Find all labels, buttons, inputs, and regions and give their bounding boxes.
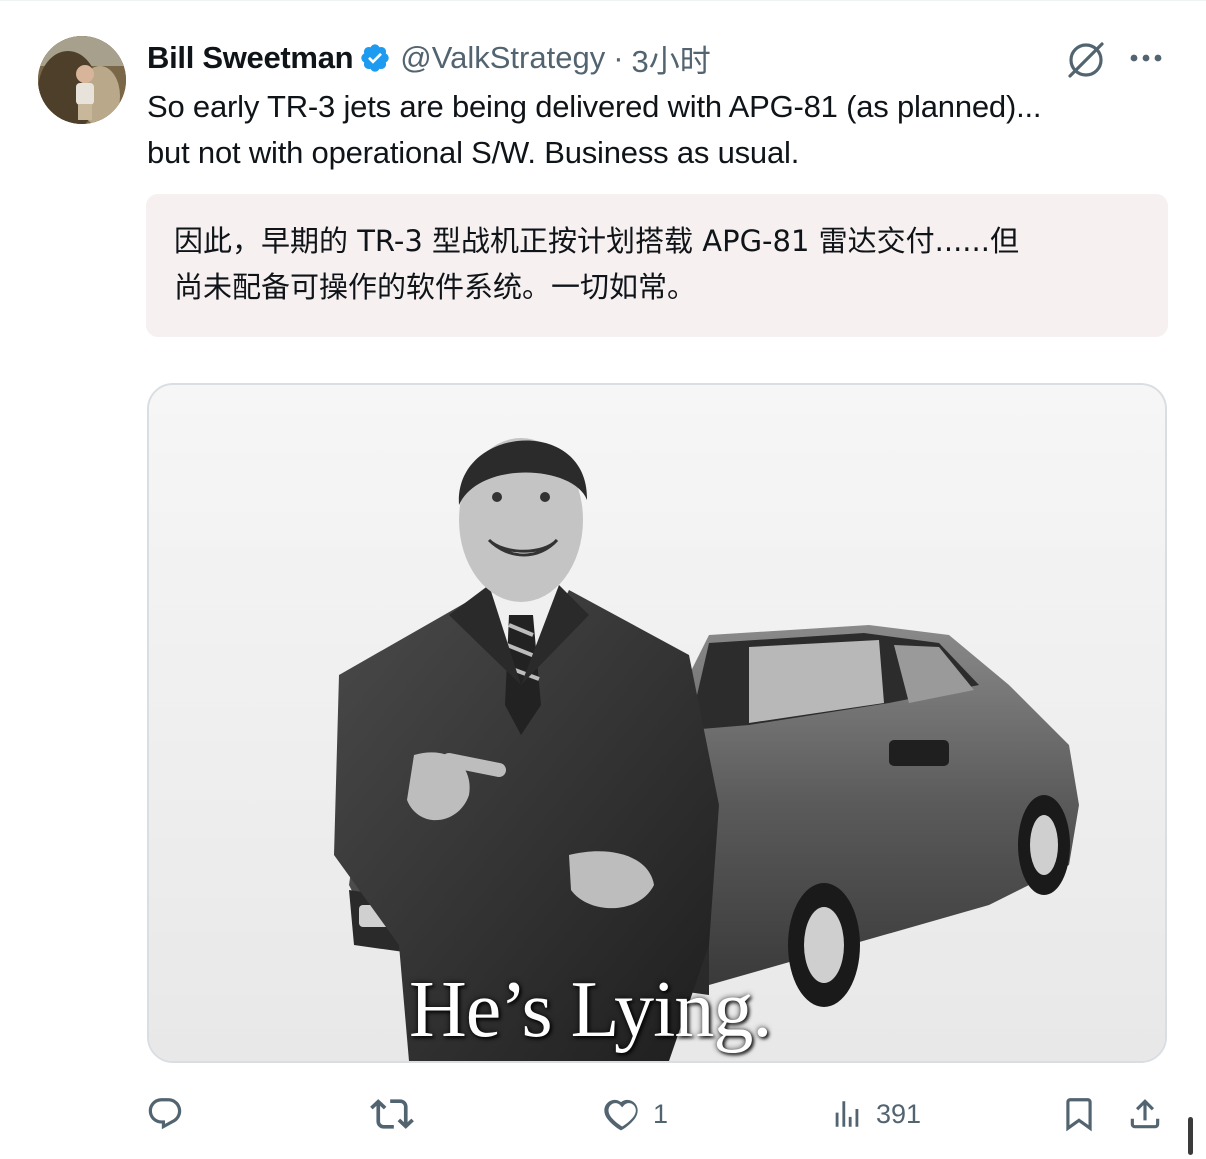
scrollbar-thumb[interactable] [1188, 1117, 1193, 1155]
author-handle[interactable]: @ValkStrategy [400, 40, 605, 76]
retweet-button[interactable] [370, 1092, 414, 1136]
bookmark-icon [1066, 1098, 1092, 1132]
top-divider [0, 0, 1206, 7]
views-icon [835, 1101, 859, 1127]
heart-icon [604, 1099, 638, 1131]
reply-button[interactable] [146, 1092, 184, 1136]
tweet-text-line-2: but not with operational S/W. Business a… [147, 135, 800, 170]
tweet-header: Bill Sweetman @ValkStrategy · 3小时 [147, 36, 711, 80]
tweet-text: So early TR-3 jets are being delivered w… [147, 84, 1177, 176]
more-icon[interactable] [1126, 44, 1166, 72]
author-name[interactable]: Bill Sweetman [147, 40, 354, 76]
views-button[interactable]: 391 [830, 1092, 921, 1136]
timestamp[interactable]: 3小时 [632, 36, 711, 81]
bookmark-button[interactable] [1060, 1092, 1098, 1136]
verified-badge-icon [361, 44, 389, 72]
tweet-text-line-1: So early TR-3 jets are being delivered w… [147, 89, 1042, 124]
share-button[interactable] [1126, 1092, 1164, 1136]
tweet-media-image[interactable]: He’s Lying. [147, 383, 1167, 1063]
view-count: 391 [876, 1098, 922, 1129]
grok-icon[interactable] [1064, 40, 1108, 80]
separator-dot: · [613, 40, 624, 75]
avatar[interactable] [38, 36, 126, 124]
retweet-icon [370, 1099, 414, 1129]
share-icon [1130, 1099, 1160, 1129]
translation-box: 因此，早期的 TR-3 型战机正按计划搭载 APG-81 雷达交付......但… [146, 194, 1168, 337]
meme-photo [149, 385, 1165, 1061]
reply-icon [148, 1098, 182, 1130]
like-count: 1 [653, 1098, 669, 1129]
translation-line-2: 尚未配备可操作的软件系统。一切如常。 [174, 270, 697, 304]
like-button[interactable]: 1 [601, 1092, 668, 1136]
translation-line-1: 因此，早期的 TR-3 型战机正按计划搭载 APG-81 雷达交付......但 [174, 224, 1019, 258]
media-caption: He’s Lying. [409, 966, 772, 1054]
